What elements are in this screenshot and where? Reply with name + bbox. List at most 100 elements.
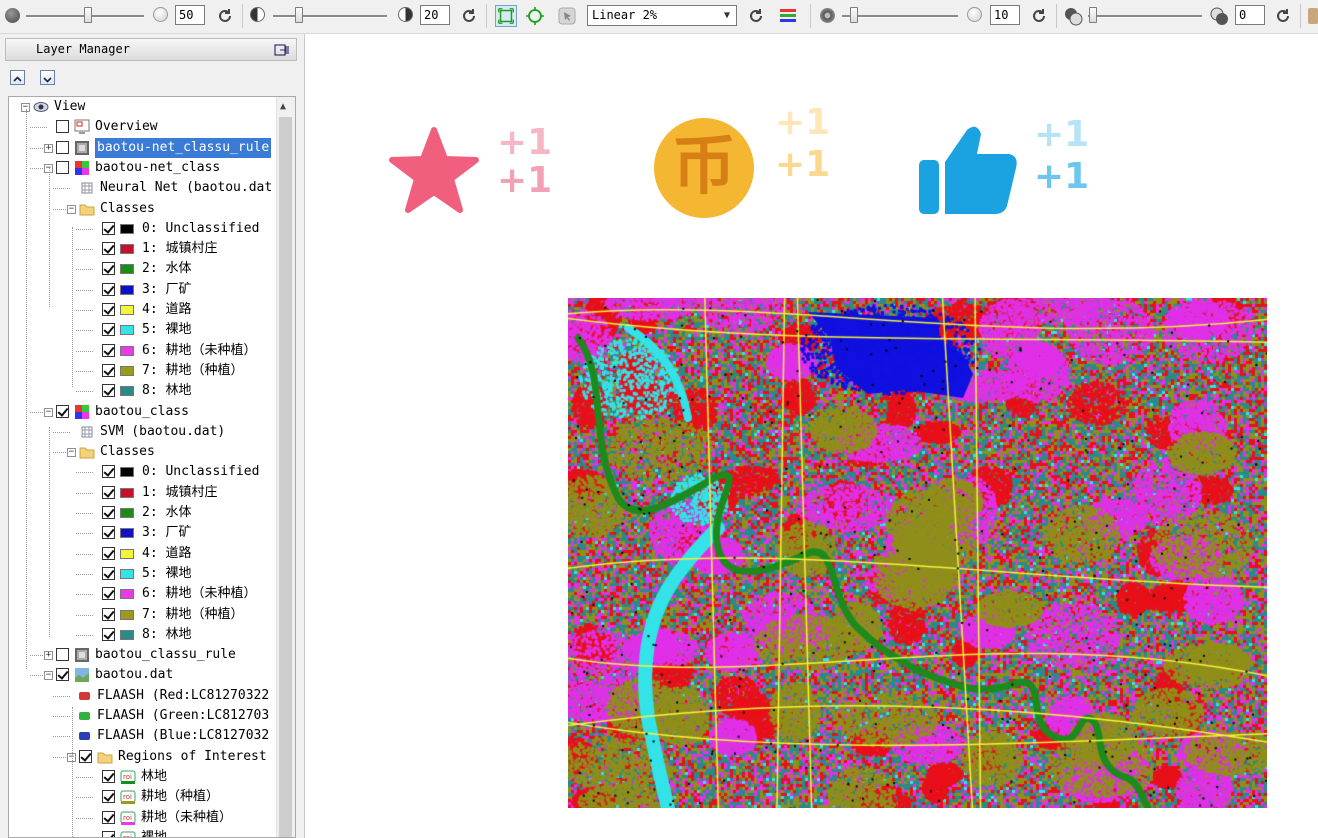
layer-checkbox[interactable] [56, 668, 69, 682]
tree-item[interactable]: FLAASH (Red:LC81270322 [9, 686, 279, 706]
layer-checkbox[interactable] [102, 485, 115, 499]
tree-item[interactable]: − View [9, 97, 279, 117]
roi-icon: roi [120, 790, 136, 805]
classification-image[interactable] [568, 298, 1267, 808]
tree-item[interactable]: − baotou.dat [9, 665, 279, 685]
collapse-toggle[interactable]: − [44, 671, 53, 681]
transparency-reset-icon[interactable] [1274, 7, 1292, 25]
roi-item[interactable]: roi 耕地（未种植） [9, 808, 279, 828]
layer-checkbox[interactable] [102, 363, 115, 377]
layer-checkbox[interactable] [102, 566, 115, 580]
display-toolbar: 50 20 Linear 2% ▼ 10 0 [0, 0, 1318, 34]
layer-checkbox[interactable] [56, 120, 69, 134]
contrast-slider-thumb[interactable] [295, 7, 303, 23]
tool-overflow-icon[interactable] [1308, 8, 1318, 24]
pin-icon[interactable] [274, 42, 290, 58]
collapse-toggle[interactable]: − [44, 407, 53, 417]
tree-item[interactable]: FLAASH (Green:LC812703 [9, 706, 279, 726]
layer-checkbox[interactable] [102, 282, 115, 296]
layer-checkbox[interactable] [102, 769, 115, 783]
class-color-swatch [120, 305, 134, 315]
tree-item[interactable]: − baotou_class [9, 402, 279, 422]
contrast-input[interactable]: 20 [420, 5, 450, 25]
class-item[interactable]: 5: 裸地 [9, 320, 279, 340]
layer-checkbox[interactable] [102, 587, 115, 601]
layer-checkbox[interactable] [102, 343, 115, 357]
layer-checkbox[interactable] [102, 790, 115, 804]
layer-checkbox[interactable] [102, 546, 115, 560]
layer-checkbox[interactable] [102, 323, 115, 337]
class-item[interactable]: 8: 林地 [9, 381, 279, 401]
layer-checkbox[interactable] [102, 526, 115, 540]
band-red-icon [79, 691, 90, 700]
tree-connector [76, 634, 93, 636]
brightness-slider-thumb[interactable] [84, 7, 92, 23]
collapse-all-button[interactable] [10, 70, 25, 85]
tree-connector [76, 370, 93, 372]
class-color-swatch [120, 528, 134, 539]
chevron-down-icon [43, 77, 52, 83]
collapse-toggle[interactable]: − [67, 448, 76, 458]
sharpen-reset-icon[interactable] [1030, 7, 1048, 25]
roi-item[interactable]: roi 耕地（种植） [9, 787, 279, 807]
tree-item[interactable]: FLAASH (Blue:LC8127032 [9, 726, 279, 746]
tree-item-label: 8: 林地 [142, 626, 192, 642]
collapse-toggle[interactable]: − [67, 204, 76, 214]
layer-checkbox[interactable] [102, 262, 115, 276]
tree-item[interactable]: − Regions of Interest [9, 747, 279, 767]
layer-checkbox[interactable] [102, 384, 115, 398]
layer-checkbox[interactable] [102, 627, 115, 641]
layer-checkbox[interactable] [102, 303, 115, 316]
class-color-swatch [120, 223, 134, 234]
layer-checkbox[interactable] [102, 607, 115, 621]
layer-checkbox[interactable] [102, 465, 115, 479]
class-color-swatch [120, 386, 134, 397]
class-item[interactable]: 7: 耕地（种植） [9, 361, 279, 381]
layer-checkbox[interactable] [56, 404, 69, 418]
transparency-input[interactable]: 0 [1235, 5, 1265, 25]
scrollbar-thumb[interactable] [279, 117, 292, 837]
expand-toggle[interactable]: + [44, 143, 53, 153]
layer-checkbox[interactable] [102, 810, 115, 824]
sharpen-slider-track[interactable] [842, 15, 958, 18]
expand-toggle[interactable]: + [44, 651, 53, 661]
tree-connector [76, 573, 93, 575]
histogram-icon[interactable] [777, 5, 799, 27]
layer-checkbox[interactable] [102, 221, 115, 235]
sharpen-input[interactable]: 10 [990, 5, 1020, 25]
layer-checkbox[interactable] [79, 749, 92, 763]
roi-item[interactable]: roi 林地 [9, 767, 279, 787]
layer-checkbox[interactable] [102, 830, 115, 837]
stretch-reset-icon[interactable] [747, 7, 765, 25]
contrast-reset-icon[interactable] [460, 7, 478, 25]
zoom-extent-icon[interactable] [495, 5, 517, 27]
sharpen-slider-thumb[interactable] [850, 7, 858, 23]
class-item[interactable]: 6: 耕地（未种植） [9, 341, 279, 361]
tree-item[interactable]: + baotou-net_classu_rule [9, 137, 279, 158]
roi-item[interactable]: roi 裸地 [9, 828, 279, 838]
brightness-reset-icon[interactable] [216, 7, 234, 25]
transparency-slider-track[interactable] [1088, 15, 1202, 18]
contrast-slider-track[interactable] [273, 15, 387, 18]
tree-scrollbar[interactable]: ▲ [276, 97, 295, 837]
expand-all-button[interactable] [40, 70, 55, 85]
tree-item[interactable]: + baotou_classu_rule [9, 645, 279, 665]
stretch-type-select[interactable]: Linear 2% ▼ [587, 5, 737, 26]
tree-connector [76, 594, 93, 596]
scroll-up-icon[interactable]: ▲ [280, 101, 286, 112]
layer-checkbox[interactable] [102, 242, 115, 256]
tree-item-label: 0: Unclassified [142, 220, 260, 236]
layer-checkbox[interactable] [56, 160, 69, 174]
layer-checkbox[interactable] [102, 506, 115, 519]
layer-checkbox[interactable] [56, 140, 69, 154]
tree-item-label: 3: 厂矿 [142, 525, 192, 541]
brightness-input[interactable]: 50 [175, 5, 205, 25]
zoom-fit-icon[interactable] [524, 5, 546, 27]
cursor-tool-icon[interactable] [556, 5, 578, 27]
tree-item-label: 裸地 [141, 829, 168, 838]
layer-checkbox[interactable] [56, 648, 69, 662]
transparency-slider-thumb[interactable] [1089, 7, 1097, 23]
tree-connector [76, 269, 93, 271]
layer-tree[interactable]: − View Overview + baotou-net_classu_rule − bao… [8, 96, 296, 838]
tree-item[interactable]: Overview [9, 117, 279, 137]
